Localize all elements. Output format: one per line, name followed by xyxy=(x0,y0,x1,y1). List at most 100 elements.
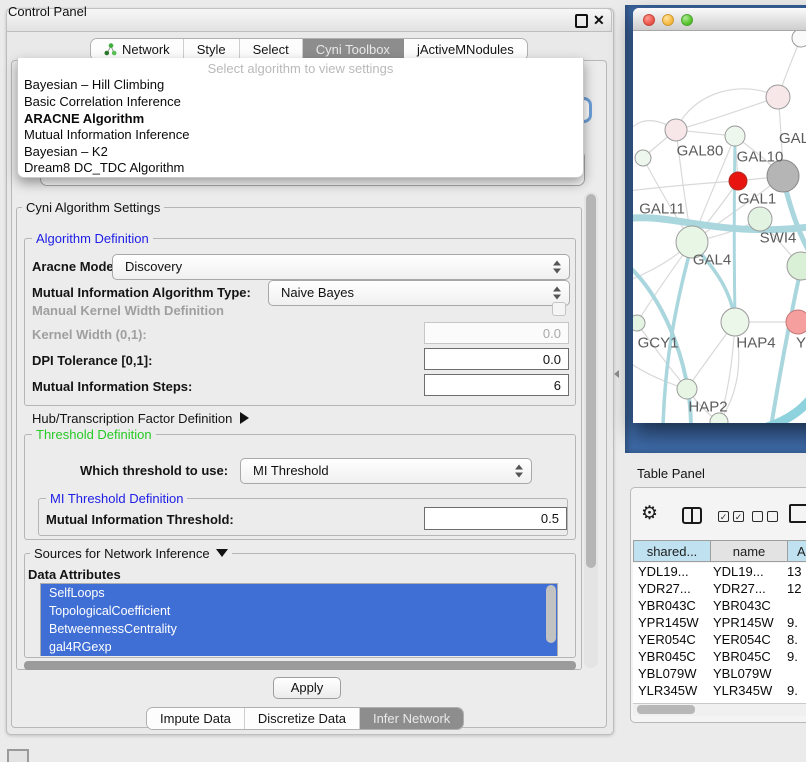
cell-shared-name: YBR045C xyxy=(638,648,696,665)
kernel-width-value: 0.0 xyxy=(543,326,561,341)
cell-value: 9. xyxy=(787,614,798,631)
mi-threshold-field[interactable]: 0.5 xyxy=(424,507,567,530)
cell-value: 9. xyxy=(787,648,798,665)
network-window-titlebar[interactable] xyxy=(633,8,806,31)
settings-scrollbar-thumb[interactable] xyxy=(586,194,596,568)
network-node-selected[interactable] xyxy=(729,172,747,190)
cell-shared-name: YDR27... xyxy=(638,580,691,597)
algorithm-option-selected[interactable]: ARACNE Algorithm xyxy=(22,111,574,127)
traffic-light-zoom-icon[interactable] xyxy=(681,14,693,26)
sources-title-label: Sources for Network Inference xyxy=(34,546,210,561)
table-row[interactable]: YER054C YER054C 8. xyxy=(633,631,806,648)
aracne-mode-label: Aracne Mode: xyxy=(32,259,118,274)
kernel-width-field[interactable]: 0.0 xyxy=(424,322,569,344)
cell-value: 12 xyxy=(787,580,801,597)
network-node[interactable] xyxy=(635,150,651,166)
node-label: GAL xyxy=(779,130,806,147)
attribute-list-scrollbar-thumb[interactable] xyxy=(546,585,556,643)
node-label: GAL1 xyxy=(738,191,776,208)
algorithm-option[interactable]: Dream8 DC_TDC Algorithm xyxy=(22,160,574,176)
tab-network[interactable]: Network xyxy=(91,39,184,60)
mi-threshold-value: 0.5 xyxy=(541,511,559,526)
network-node[interactable] xyxy=(792,31,806,47)
combobox-stepper-icon xyxy=(553,261,562,274)
attribute-item-selected[interactable]: gal4RGexp xyxy=(41,638,557,656)
network-node[interactable] xyxy=(787,252,806,280)
network-node[interactable] xyxy=(665,119,687,141)
network-node[interactable] xyxy=(677,379,697,399)
close-panel-icon[interactable]: ✕ xyxy=(593,12,605,29)
unchecked-checkbox-icon[interactable] xyxy=(767,511,778,522)
network-canvas[interactable]: GAL GAL80 GAL10 GAL11 GAL1 SWI4 GAL4 GCY… xyxy=(633,31,806,423)
node-label: GCY1 xyxy=(638,335,679,352)
algorithm-option[interactable]: Bayesian – K2 xyxy=(22,144,574,160)
algorithm-definition-title: Algorithm Definition xyxy=(32,231,153,246)
settings-hscrollbar-thumb[interactable] xyxy=(24,661,576,670)
table-row[interactable]: YBL079W YBL079W xyxy=(633,665,806,682)
manual-kernel-label: Manual Kernel Width Definition xyxy=(32,303,224,318)
data-attributes-label: Data Attributes xyxy=(28,567,121,582)
algorithm-option[interactable]: Bayesian – Hill Climbing xyxy=(22,77,574,93)
aracne-mode-combobox[interactable]: Discovery xyxy=(112,254,570,280)
dpi-tolerance-field[interactable]: 0.0 xyxy=(424,348,569,370)
which-threshold-value: MI Threshold xyxy=(253,463,329,478)
tab-infer-network[interactable]: Infer Network xyxy=(360,708,463,729)
network-node[interactable] xyxy=(721,308,749,336)
which-threshold-combobox[interactable]: MI Threshold xyxy=(240,458,532,484)
cell-name: YER054C xyxy=(713,631,771,648)
tab-jactivemnodules[interactable]: jActiveMNodules xyxy=(404,39,527,60)
column-header-name[interactable]: name xyxy=(710,540,787,562)
minimized-panel-icon[interactable] xyxy=(7,749,29,762)
algorithm-option[interactable]: Basic Correlation Inference xyxy=(22,94,574,110)
mi-type-combobox[interactable]: Naive Bayes xyxy=(268,280,570,306)
mi-type-value: Naive Bayes xyxy=(281,285,354,300)
cell-shared-name: YBR043C xyxy=(638,597,696,614)
hub-definition-expander[interactable]: Hub/Transcription Factor Definition xyxy=(32,411,249,426)
network-node[interactable] xyxy=(786,310,806,334)
network-node[interactable] xyxy=(633,315,645,331)
split-columns-icon[interactable] xyxy=(682,507,702,524)
table-row[interactable]: YBR043C YBR043C xyxy=(633,597,806,614)
dpi-tolerance-value: 0.0 xyxy=(543,352,561,367)
cell-name: YDR27... xyxy=(713,580,766,597)
tab-style[interactable]: Style xyxy=(184,39,240,60)
table-row[interactable]: YDL19... YDL19... 13 xyxy=(633,563,806,580)
table-hscrollbar-thumb[interactable] xyxy=(637,705,695,714)
network-node[interactable] xyxy=(748,207,772,231)
table-row[interactable]: YBR045C YBR045C 9. xyxy=(633,648,806,665)
kernel-width-label: Kernel Width (0,1): xyxy=(32,327,147,342)
tab-impute-data[interactable]: Impute Data xyxy=(147,708,245,729)
gear-icon[interactable]: ⚙ xyxy=(641,503,658,525)
traffic-light-close-icon[interactable] xyxy=(643,14,655,26)
document-icon[interactable] xyxy=(789,504,806,523)
table-row[interactable]: YDR27... YDR27... 12 xyxy=(633,580,806,597)
which-threshold-label: Which threshold to use: xyxy=(80,463,228,478)
column-header-partial[interactable]: A xyxy=(787,540,806,562)
table-row[interactable]: YLR345W YLR345W 9. xyxy=(633,682,806,699)
tab-cyni-toolbox[interactable]: Cyni Toolbox xyxy=(303,39,404,60)
unchecked-checkbox-icon[interactable] xyxy=(752,511,763,522)
checked-checkbox-icon[interactable]: ✓ xyxy=(733,511,744,522)
threshold-definition-title: Threshold Definition xyxy=(32,427,156,442)
manual-kernel-checkbox[interactable] xyxy=(552,302,566,316)
attribute-item-selected[interactable]: TopologicalCoefficient xyxy=(41,602,557,620)
network-node[interactable] xyxy=(725,126,745,146)
cell-shared-name: YBL079W xyxy=(638,665,697,682)
splitter-collapse-arrow[interactable] xyxy=(614,370,619,378)
table-row[interactable]: YPR145W YPR145W 9. xyxy=(633,614,806,631)
attribute-item-selected[interactable]: SelfLoops xyxy=(41,584,557,602)
tab-discretize-data[interactable]: Discretize Data xyxy=(245,708,360,729)
algorithm-option[interactable]: Mutual Information Inference xyxy=(22,127,574,143)
traffic-light-minimize-icon[interactable] xyxy=(662,14,674,26)
checked-checkbox-icon[interactable]: ✓ xyxy=(718,511,729,522)
attribute-item-selected[interactable]: BetweennessCentrality xyxy=(41,620,557,638)
column-header-shared-name[interactable]: shared... xyxy=(633,540,710,562)
mi-steps-field[interactable]: 6 xyxy=(424,374,569,396)
network-node[interactable] xyxy=(766,85,790,109)
node-label: HAP2 xyxy=(688,399,727,416)
float-panel-icon[interactable] xyxy=(575,14,588,28)
apply-button[interactable]: Apply xyxy=(273,677,341,699)
tab-select[interactable]: Select xyxy=(240,39,303,60)
sources-group-title[interactable]: Sources for Network Inference xyxy=(30,546,232,561)
tab-cyni-toolbox-label: Cyni Toolbox xyxy=(316,39,390,60)
